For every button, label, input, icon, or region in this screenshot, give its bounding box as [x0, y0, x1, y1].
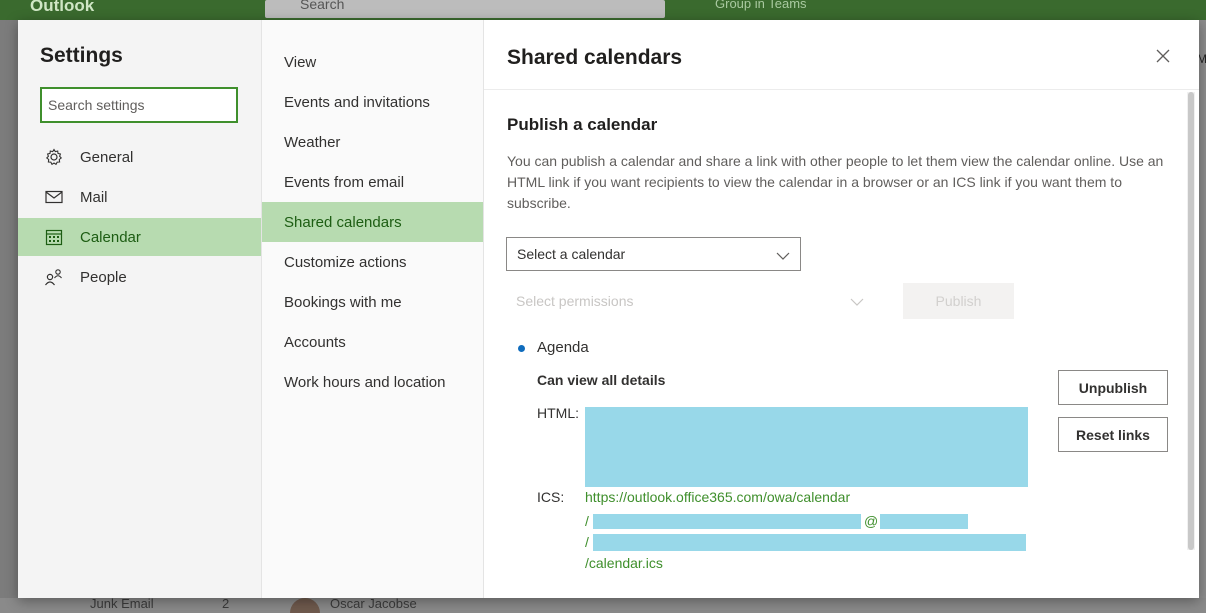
ics-link-label: ICS:: [537, 489, 565, 505]
subcategory-weather[interactable]: Weather: [262, 122, 483, 162]
app-bottom-strip: [0, 598, 1206, 613]
app-search-label: Search: [300, 0, 345, 12]
ics-link-line-4[interactable]: /calendar.ics: [585, 555, 663, 571]
subcategory-work-hours-and-location[interactable]: Work hours and location: [262, 362, 483, 402]
chevron-down-icon: [850, 294, 864, 310]
people-icon: [44, 267, 64, 287]
search-settings-input[interactable]: [40, 87, 238, 123]
calendar-bullet-icon: [518, 345, 525, 352]
ics-redacted-segment: [880, 514, 968, 529]
category-label: Calendar: [80, 228, 141, 246]
select-permissions-dropdown[interactable]: Select permissions: [506, 284, 866, 318]
chevron-down-icon: [776, 248, 790, 264]
app-junk-folder: Junk Email: [90, 596, 154, 611]
subcategory-bookings-with-me[interactable]: Bookings with me: [262, 282, 483, 322]
app-left-rail: [0, 20, 20, 613]
category-calendar[interactable]: Calendar: [18, 218, 261, 256]
subcategory-shared-calendars[interactable]: Shared calendars: [262, 202, 483, 242]
shared-calendars-pane: Shared calendars Publish a calendar You …: [484, 20, 1199, 598]
category-label: General: [80, 148, 134, 166]
select-calendar-value: Select a calendar: [517, 246, 626, 262]
ics-redacted-segment: [593, 514, 861, 529]
gear-icon: [44, 147, 64, 167]
category-label: People: [80, 268, 127, 286]
category-label: Mail: [80, 188, 108, 206]
subcategory-accounts[interactable]: Accounts: [262, 322, 483, 362]
section-description: You can publish a calendar and share a l…: [507, 153, 1164, 211]
category-people[interactable]: People: [18, 258, 261, 296]
publish-button[interactable]: Publish: [903, 283, 1014, 319]
settings-subcategories-panel: View Events and invitations Weather Even…: [262, 20, 484, 598]
settings-dialog: Settings General Mail Calendar People: [18, 20, 1199, 598]
subcategory-events-and-invitations[interactable]: Events and invitations: [262, 82, 483, 122]
pane-title: Shared calendars: [507, 46, 683, 69]
header-divider: [484, 89, 1199, 90]
subcategory-customize-actions[interactable]: Customize actions: [262, 242, 483, 282]
envelope-icon: [44, 187, 64, 207]
close-button[interactable]: [1151, 44, 1175, 68]
category-general[interactable]: General: [18, 138, 261, 176]
ics-link-at[interactable]: @: [864, 513, 878, 529]
subcategory-events-from-email[interactable]: Events from email: [262, 162, 483, 202]
ics-link-line-3-prefix[interactable]: /: [585, 534, 589, 550]
scrollbar-thumb[interactable]: [1188, 92, 1194, 550]
calendar-icon: [44, 227, 64, 247]
settings-categories-panel: Settings General Mail Calendar People: [18, 20, 262, 598]
app-teams-label: Group in Teams: [715, 0, 807, 11]
app-sender-name: Oscar Jacobse: [330, 596, 417, 611]
html-link-redacted[interactable]: [585, 407, 1028, 487]
ics-redacted-segment: [593, 534, 1026, 551]
reset-links-button[interactable]: Reset links: [1058, 417, 1168, 452]
subcategory-view[interactable]: View: [262, 42, 483, 82]
app-brand: Outlook: [30, 0, 95, 15]
close-icon: [1151, 49, 1175, 72]
select-calendar-dropdown[interactable]: Select a calendar: [506, 237, 801, 271]
published-calendar-name: Agenda: [537, 339, 589, 356]
select-permissions-value: Select permissions: [516, 293, 634, 309]
published-permission-label: Can view all details: [537, 372, 666, 388]
html-link-label: HTML:: [537, 405, 579, 421]
section-title: Publish a calendar: [507, 115, 658, 134]
app-junk-count: 2: [222, 596, 230, 611]
ics-link-line-2-prefix[interactable]: /: [585, 513, 589, 529]
category-mail[interactable]: Mail: [18, 178, 261, 216]
settings-title: Settings: [40, 44, 123, 67]
ics-link-line-1[interactable]: https://outlook.office365.com/owa/calend…: [585, 489, 850, 505]
unpublish-button[interactable]: Unpublish: [1058, 370, 1168, 405]
